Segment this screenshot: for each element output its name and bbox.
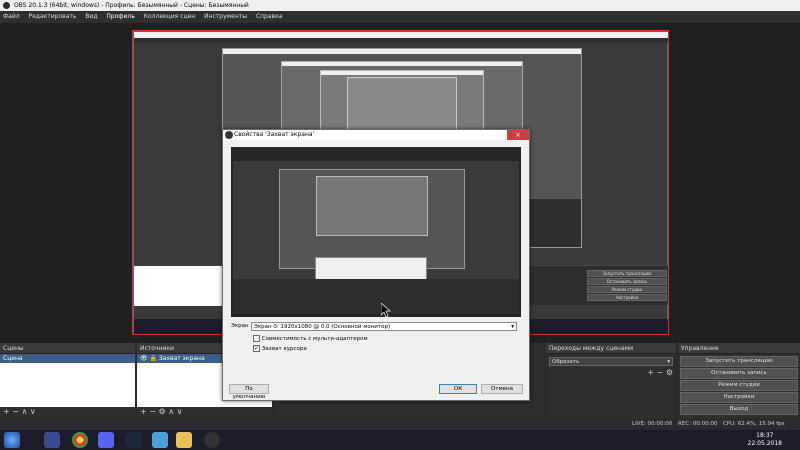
stop-recording-button[interactable]: Остановить запись [680,368,798,379]
chrome-icon[interactable] [72,432,88,448]
add-transition-button[interactable]: + [647,368,654,377]
steam-icon[interactable] [126,432,142,448]
scene-down-button[interactable]: ∨ [30,407,36,416]
transition-select[interactable]: Обрезать ▾ [549,357,673,366]
capture-cursor-label: Захват курсора [261,346,307,352]
start-button-icon[interactable] [4,432,20,448]
add-scene-button[interactable]: + [3,407,10,416]
captured-controls: Запустить трансляцию Остановить запись Р… [587,270,667,304]
dialog-preview-panels [233,279,519,313]
menu-bar: Файл Редактировать Вид Профиль Коллекция… [0,11,800,23]
window-title: OBS 20.1.3 (64bit, windows) - Профиль: Б… [14,2,249,9]
dialog-preview-level-3 [316,176,428,236]
transition-select-value: Обрезать [552,359,580,365]
menu-profile[interactable]: Профиль [106,13,134,20]
exit-button[interactable]: Выход [680,404,798,415]
folder-icon[interactable] [176,432,192,448]
source-down-button[interactable]: ∨ [177,407,183,416]
transitions-panel-header: Переходы между сценами [546,343,676,354]
multi-adapter-label: Совместимость с мульти-адаптером [261,336,368,342]
captured-level-3-bar [282,62,522,66]
multi-adapter-checkbox[interactable] [253,335,260,342]
scene-item[interactable]: Сцена [0,354,135,363]
captured-level-2-bar [223,49,581,54]
status-bar: LIVE: 00:00:00 REC: 00:00:00 CPU: 62.4%,… [0,419,800,430]
app-icon[interactable] [152,432,168,448]
lock-icon[interactable]: 🔒 [150,355,157,362]
captured-menu-bar [134,38,668,43]
dialog-title: Свойства 'Захват экрана' [234,131,315,138]
captured-btn-stream: Запустить трансляцию [587,270,667,277]
settings-button[interactable]: Настройки [680,392,798,403]
dialog-close-button[interactable]: × [507,130,529,140]
chevron-down-icon: ▾ [511,324,514,330]
eye-icon[interactable]: 👁 [140,355,148,362]
screen-select[interactable]: Экран 0: 1920x1080 @ 0,0 (Основной монит… [251,322,517,331]
transitions-body: Обрезать ▾ + − ⚙ [546,354,676,418]
save-icon[interactable] [44,432,60,448]
menu-tools[interactable]: Инструменты [204,13,247,20]
capture-cursor-checkbox-row[interactable]: ✓ Захват курсора [253,345,307,353]
controls-panel-header: Управление [678,343,800,354]
cpu-status: CPU: 62.4%, 15.94 fps [723,421,785,427]
mouse-cursor-icon [381,303,391,317]
defaults-button[interactable]: По умолчанию [229,384,269,400]
source-item-label: Захват экрана [158,355,205,362]
windows-taskbar: 18:37 22.05.2018 [0,430,800,450]
controls-panel: Управление Запустить трансляцию Останови… [678,343,800,418]
remove-scene-button[interactable]: − [12,407,19,416]
rec-status: REC: 00:00:00 [678,421,718,427]
obs-logo-icon [3,2,10,9]
transitions-toolbar: + − ⚙ [549,368,673,377]
properties-dialog: Свойства 'Захват экрана' × Экран Экран 0… [222,129,530,401]
start-streaming-button[interactable]: Запустить трансляцию [680,356,798,367]
menu-scene-collection[interactable]: Коллекция сцен [144,13,195,20]
captured-btn-studio: Режим студии [587,286,667,293]
scenes-panel-header: Сцены [0,343,135,354]
transitions-panel: Переходы между сценами Обрезать ▾ + − ⚙ [546,343,676,418]
menu-view[interactable]: Вид [85,13,97,20]
transition-gear-icon[interactable]: ⚙ [666,368,673,377]
studio-mode-button[interactable]: Режим студии [680,380,798,391]
dialog-preview-canvas [233,161,519,313]
cancel-button[interactable]: Отмена [481,384,523,394]
menu-edit[interactable]: Редактировать [29,13,77,20]
remove-transition-button[interactable]: − [657,368,664,377]
menu-help[interactable]: Справка [256,13,282,20]
multi-adapter-checkbox-row[interactable]: Совместимость с мульти-адаптером [253,335,368,343]
taskbar-clock[interactable]: 18:37 22.05.2018 [748,432,782,448]
capture-cursor-checkbox[interactable]: ✓ [253,345,260,352]
window-title-bar: OBS 20.1.3 (64bit, windows) - Профиль: Б… [0,0,800,11]
source-up-button[interactable]: ∧ [168,407,174,416]
clock-time: 18:37 [756,432,774,439]
obs-taskbar-icon[interactable] [204,432,220,448]
chevron-down-icon: ▾ [667,359,670,365]
remove-source-button[interactable]: − [149,407,156,416]
captured-level-5 [347,77,457,132]
captured-btn-stop-rec: Остановить запись [587,278,667,285]
menu-file[interactable]: Файл [3,13,20,20]
captured-scenes-list [134,266,222,306]
dialog-preview [231,147,521,317]
ok-button[interactable]: ОК [439,384,477,394]
sources-toolbar: + − ⚙ ∧ ∨ [137,407,272,418]
scenes-panel: Сцены Сцена + − ∧ ∨ [0,343,135,418]
screen-select-value: Экран 0: 1920x1080 @ 0,0 (Основной монит… [254,324,391,330]
dialog-preview-level-2 [279,169,465,269]
dialog-title-bar: Свойства 'Захват экрана' × [223,130,529,140]
scenes-toolbar: + − ∧ ∨ [0,407,135,418]
screen-label: Экран [231,323,249,329]
source-properties-gear-icon[interactable]: ⚙ [159,407,166,416]
live-status: LIVE: 00:00:00 [632,421,673,427]
captured-level-4-bar [321,71,483,75]
scenes-list[interactable]: Сцена [0,354,135,407]
add-source-button[interactable]: + [140,407,147,416]
scene-up-button[interactable]: ∧ [22,407,28,416]
captured-btn-settings: Настройки [587,294,667,301]
clock-date: 22.05.2018 [747,440,782,447]
controls-body: Запустить трансляцию Остановить запись Р… [678,354,800,418]
discord-icon[interactable] [98,432,114,448]
obs-dialog-icon [225,131,233,139]
